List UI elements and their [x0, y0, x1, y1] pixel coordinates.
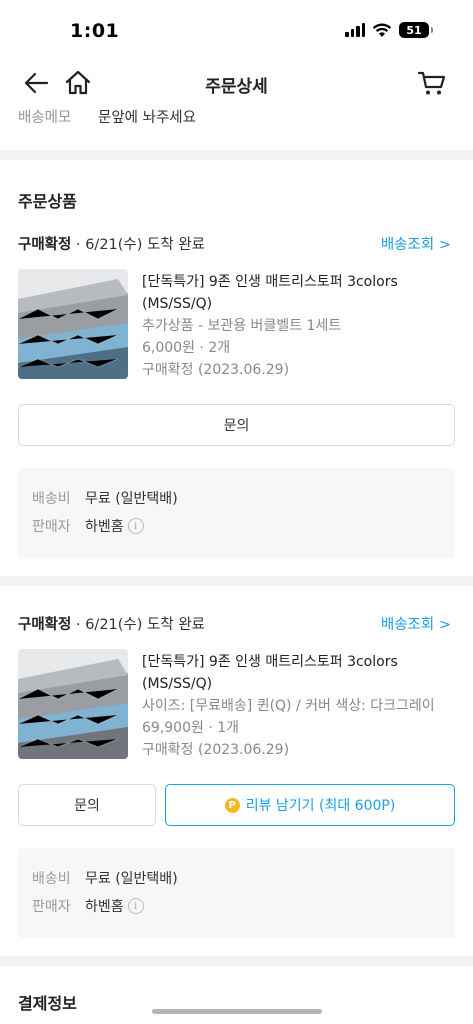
product-name-sub[interactable]: (MS/SS/Q): [142, 293, 452, 315]
seller-value: 하벤홈: [85, 519, 124, 535]
product-option: 추가상품 - 보관용 버클벨트 1세트: [142, 318, 342, 334]
product-state: 구매확정 (2023.06.29): [142, 742, 290, 758]
product-option: 사이즈: [무료배송] 퀸(Q) / 커버 색상: 다크그레이: [142, 698, 435, 714]
payment-section-title: 결제정보: [18, 994, 77, 1013]
product-name-sub[interactable]: (MS/SS/Q): [142, 673, 452, 695]
shipping-fee-value: 무료 (일반택배): [85, 491, 178, 507]
cart-icon[interactable]: [417, 68, 447, 98]
shipping-fee-row: 배송비 무료 (일반택배): [32, 868, 178, 888]
shipping-fee-label: 배송비: [32, 871, 71, 887]
shipping-fee-label: 배송비: [32, 491, 71, 507]
info-icon[interactable]: i: [127, 898, 144, 914]
seller-row: 판매자 하벤홈 i: [32, 516, 144, 536]
track-delivery-link[interactable]: 배송조회 >: [381, 233, 451, 254]
home-indicator: [152, 1009, 322, 1014]
product-thumbnail[interactable]: [18, 649, 128, 759]
order-status: 구매확정 · 6/21(수) 도착 완료: [18, 233, 205, 254]
product-price: 69,900원 · 1개: [142, 720, 240, 736]
delivery-memo: 배송메모 문앞에 놔주세요: [18, 106, 196, 130]
inquiry-button[interactable]: 문의: [18, 404, 455, 446]
status-icons: 51: [345, 22, 433, 38]
product-name[interactable]: [단독특가] 9존 인생 매트리스토퍼 3colors: [142, 271, 452, 293]
memo-value: 문앞에 놔주세요: [98, 110, 196, 126]
wifi-icon: [372, 23, 392, 37]
order-arrival: · 6/21(수) 도착 완료: [71, 617, 205, 633]
product-name[interactable]: [단독특가] 9존 인생 매트리스토퍼 3colors: [142, 651, 452, 673]
product-state: 구매확정 (2023.06.29): [142, 362, 290, 378]
battery-icon: 51: [399, 22, 433, 38]
track-delivery-link[interactable]: 배송조회 >: [381, 613, 451, 634]
shipping-fee-value: 무료 (일반택배): [85, 871, 178, 887]
status-time: 1:01: [70, 20, 120, 42]
section-divider: [0, 956, 473, 966]
shipping-fee-row: 배송비 무료 (일반택배): [32, 488, 178, 508]
signal-icon: [345, 23, 365, 37]
section-divider: [0, 150, 473, 160]
order-status-label: 구매확정: [18, 237, 72, 253]
seller-value: 하벤홈: [85, 899, 124, 915]
seller-label: 판매자: [32, 899, 71, 915]
page-title: 주문상세: [205, 77, 268, 97]
seller-row: 판매자 하벤홈 i: [32, 896, 144, 916]
write-review-button[interactable]: P 리뷰 남기기 (최대 600P): [165, 784, 455, 826]
order-status-label: 구매확정: [18, 617, 72, 633]
header: 주문상세: [0, 62, 473, 106]
product-info: [단독특가] 9존 인생 매트리스토퍼 3colors (MS/SS/Q) 추가…: [142, 271, 452, 381]
memo-label: 배송메모: [18, 110, 72, 126]
order-arrival: · 6/21(수) 도착 완료: [71, 237, 205, 253]
section-divider: [0, 576, 473, 586]
point-coin-icon: P: [224, 797, 240, 813]
write-review-label: 리뷰 남기기 (최대 600P): [245, 798, 396, 814]
shipping-info-box: 배송비 무료 (일반택배) 판매자 하벤홈 i: [18, 848, 455, 938]
order-status: 구매확정 · 6/21(수) 도착 완료: [18, 613, 205, 634]
product-info: [단독특가] 9존 인생 매트리스토퍼 3colors (MS/SS/Q) 사이…: [142, 651, 452, 761]
product-thumbnail[interactable]: [18, 269, 128, 379]
shipping-info-box: 배송비 무료 (일반택배) 판매자 하벤홈 i: [18, 468, 455, 558]
seller-label: 판매자: [32, 519, 71, 535]
inquiry-button[interactable]: 문의: [18, 784, 156, 826]
info-icon[interactable]: i: [127, 518, 144, 534]
products-section-title: 주문상품: [18, 192, 77, 211]
status-bar: 1:01 51: [0, 0, 473, 60]
product-price: 6,000원 · 2개: [142, 340, 231, 356]
